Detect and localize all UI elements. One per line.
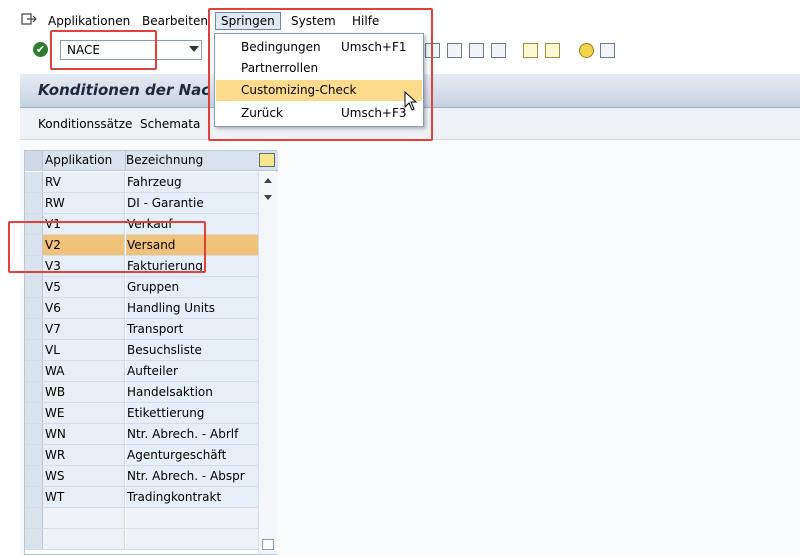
enter-check-icon[interactable]: ✔ <box>33 42 48 57</box>
cell-applikation[interactable]: RV <box>43 172 125 192</box>
table-row[interactable]: WT Tradingkontrakt <box>25 487 258 508</box>
row-selector[interactable] <box>25 193 43 213</box>
cell-applikation[interactable]: V6 <box>43 298 125 318</box>
next-page-icon[interactable] <box>491 43 506 58</box>
table-row[interactable]: WR Agenturgeschäft <box>25 445 258 466</box>
help-icon[interactable] <box>579 43 594 58</box>
row-selector[interactable] <box>25 298 43 318</box>
cell-bezeichnung[interactable]: Transport <box>126 319 258 339</box>
scroll-thumb[interactable] <box>262 539 274 550</box>
cell-bezeichnung[interactable]: Etikettierung <box>126 403 258 423</box>
cell-applikation[interactable]: V7 <box>43 319 125 339</box>
menu-bearbeiten[interactable]: Bearbeiten <box>142 14 208 28</box>
menu-applikationen[interactable]: Applikationen <box>48 14 130 28</box>
cell-bezeichnung[interactable]: Ntr. Abrech. - Abrlf <box>126 424 258 444</box>
cell-bezeichnung[interactable]: Fahrzeug <box>126 172 258 192</box>
annotation-box-menu <box>208 8 433 141</box>
row-selector[interactable] <box>25 487 43 507</box>
cell-applikation[interactable]: VL <box>43 340 125 360</box>
cell-applikation[interactable]: RW <box>43 193 125 213</box>
table-settings-icon[interactable] <box>259 153 275 167</box>
shortcut-icon[interactable] <box>545 43 560 58</box>
row-selector[interactable] <box>25 445 43 465</box>
table-row-empty <box>25 529 258 550</box>
cell-bezeichnung[interactable]: Ntr. Abrech. - Abspr <box>126 466 258 486</box>
cell-bezeichnung[interactable]: Handelsaktion <box>126 382 258 402</box>
vertical-scrollbar[interactable] <box>258 172 277 554</box>
cell-bezeichnung[interactable]: Agenturgeschäft <box>126 445 258 465</box>
table-row[interactable]: V5 Gruppen <box>25 277 258 298</box>
table-row[interactable]: WN Ntr. Abrech. - Abrlf <box>25 424 258 445</box>
row-selector <box>25 508 43 528</box>
cell-bezeichnung[interactable]: DI - Garantie <box>126 193 258 213</box>
cell-bezeichnung[interactable]: Gruppen <box>126 277 258 297</box>
table-row-empty <box>25 508 258 529</box>
row-selector[interactable] <box>25 424 43 444</box>
table-row[interactable]: RW DI - Garantie <box>25 193 258 214</box>
cell-bezeichnung <box>126 508 258 528</box>
table-row[interactable]: RV Fahrzeug <box>25 172 258 193</box>
cell-bezeichnung <box>126 529 258 549</box>
scroll-down-icon[interactable] <box>264 195 272 200</box>
cell-applikation <box>43 508 125 528</box>
applications-table: Applikation Bezeichnung RV Fahrzeug RW DI -… <box>24 150 278 555</box>
cell-applikation[interactable]: WB <box>43 382 125 402</box>
table-row[interactable]: WE Etikettierung <box>25 403 258 424</box>
konditionssaetze-button[interactable]: Konditionssätze <box>38 117 132 131</box>
cell-applikation[interactable]: WN <box>43 424 125 444</box>
schemata-button[interactable]: Schemata <box>140 117 200 131</box>
row-selector <box>25 529 43 549</box>
cell-applikation[interactable]: V5 <box>43 277 125 297</box>
first-page-icon[interactable] <box>447 43 462 58</box>
column-header-bezeichnung[interactable]: Bezeichnung <box>126 153 203 167</box>
cell-applikation <box>43 529 125 549</box>
previous-page-icon[interactable] <box>469 43 484 58</box>
cell-bezeichnung[interactable]: Besuchsliste <box>126 340 258 360</box>
cell-bezeichnung[interactable]: Tradingkontrakt <box>126 487 258 507</box>
column-header-applikation[interactable]: Applikation <box>45 153 112 167</box>
table-row[interactable]: V7 Transport <box>25 319 258 340</box>
cell-bezeichnung[interactable]: Aufteiler <box>126 361 258 381</box>
table-header: Applikation Bezeichnung <box>25 151 278 171</box>
row-selector[interactable] <box>25 466 43 486</box>
new-session-icon[interactable] <box>523 43 538 58</box>
cell-applikation[interactable]: WR <box>43 445 125 465</box>
page-title: Konditionen der Nac <box>38 81 211 99</box>
chevron-down-icon[interactable] <box>189 46 199 52</box>
row-selector[interactable] <box>25 319 43 339</box>
row-selector[interactable] <box>25 361 43 381</box>
cell-bezeichnung[interactable]: Handling Units <box>126 298 258 318</box>
annotation-box-row <box>8 221 206 273</box>
exit-icon[interactable] <box>21 12 37 26</box>
cell-applikation[interactable]: WT <box>43 487 125 507</box>
row-selector[interactable] <box>25 382 43 402</box>
layout-menu-icon[interactable] <box>600 43 615 58</box>
row-selector[interactable] <box>25 277 43 297</box>
cell-applikation[interactable]: WE <box>43 403 125 423</box>
table-row[interactable]: WA Aufteiler <box>25 361 258 382</box>
table-row[interactable]: WB Handelsaktion <box>25 382 258 403</box>
cell-applikation[interactable]: WS <box>43 466 125 486</box>
select-all-cell[interactable] <box>25 151 43 171</box>
row-selector[interactable] <box>25 172 43 192</box>
table-row[interactable]: VL Besuchsliste <box>25 340 258 361</box>
row-selector[interactable] <box>25 403 43 423</box>
table-row[interactable]: WS Ntr. Abrech. - Abspr <box>25 466 258 487</box>
table-row[interactable]: V6 Handling Units <box>25 298 258 319</box>
cell-applikation[interactable]: WA <box>43 361 125 381</box>
scroll-up-icon[interactable] <box>264 178 272 183</box>
row-selector[interactable] <box>25 340 43 360</box>
annotation-box-command <box>50 30 157 70</box>
